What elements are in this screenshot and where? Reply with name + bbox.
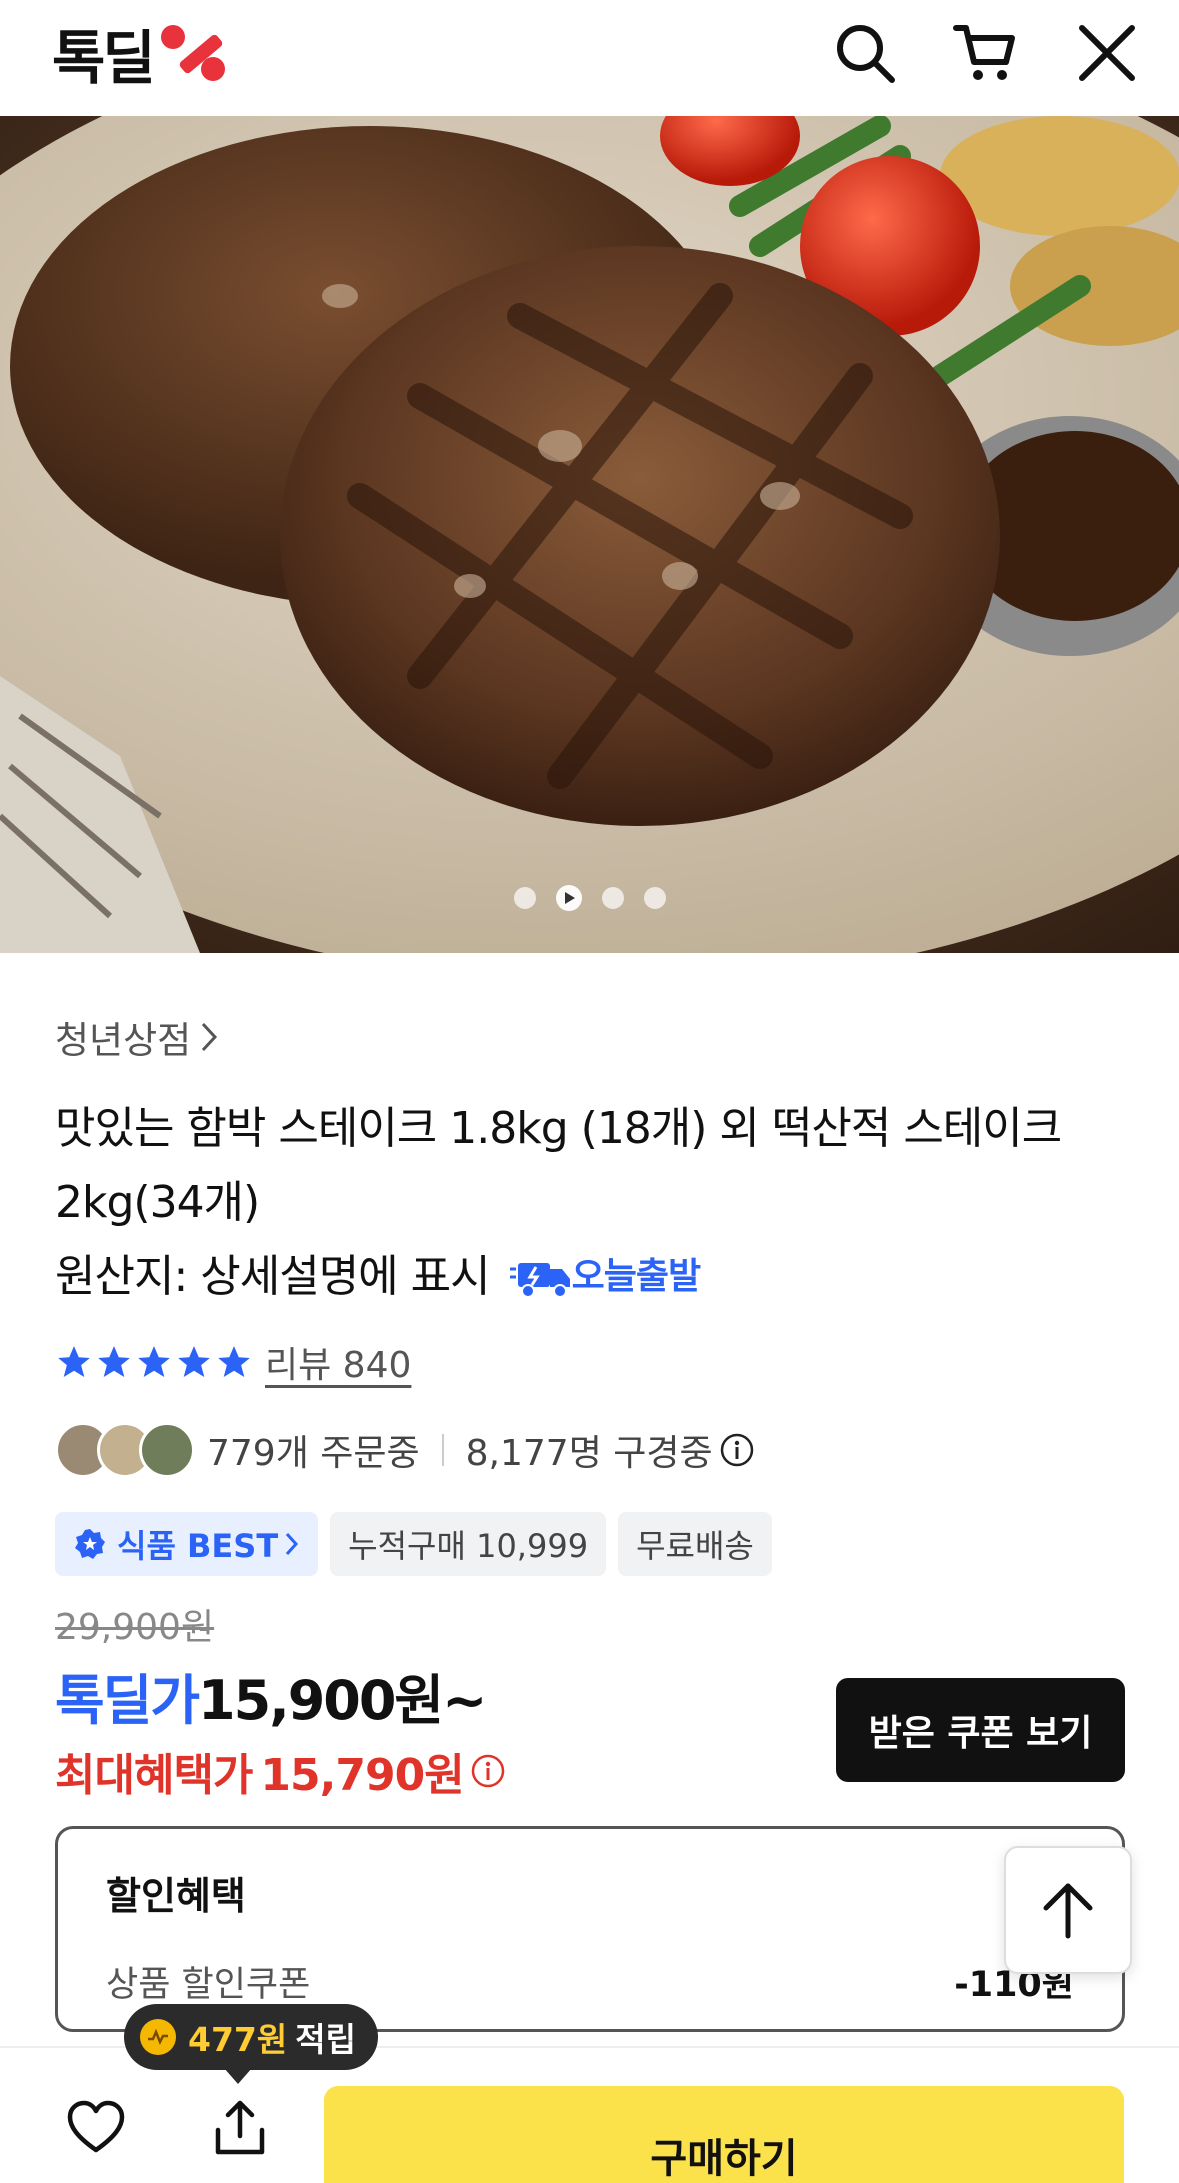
tag-label: 식품 BEST	[117, 1527, 279, 1565]
divider	[441, 1434, 444, 1466]
discount-row-label: 상품 할인쿠폰	[106, 1965, 311, 2005]
carousel-dot[interactable]	[643, 887, 666, 909]
discount-benefits-card: 할인혜택 상품 할인쿠폰 -110원	[55, 1826, 1125, 2032]
percent-logo-icon	[160, 25, 225, 81]
view-coupons-button[interactable]: 받은 쿠폰 보기	[836, 1678, 1125, 1782]
carousel-dot[interactable]	[513, 887, 536, 909]
scroll-to-top-button[interactable]	[1004, 1846, 1132, 1974]
play-icon	[564, 892, 575, 904]
tooltip-arrow	[224, 2068, 252, 2084]
points-suffix: 적립	[295, 2020, 356, 2059]
buy-button[interactable]: 구매하기	[324, 2086, 1124, 2183]
product-info: 청년상점 맛있는 함박 스테이크 1.8kg (18개) 외 떡산적 스테이크 …	[55, 1010, 1135, 1576]
logo-text: 톡딜	[52, 24, 156, 92]
original-price: 29,900원	[55, 1607, 215, 1648]
shipping-badge: 오늘출발	[509, 1240, 701, 1314]
rating-row[interactable]: 리뷰 840	[55, 1336, 1135, 1388]
shipping-badge-label: 오늘출발	[571, 1256, 701, 1297]
tag-food-best[interactable]: 식품 BEST	[55, 1512, 319, 1576]
arrow-up-icon	[1043, 1883, 1093, 1939]
chevron-right-icon	[286, 1532, 299, 1556]
product-photo	[0, 116, 1179, 953]
price-section: 29,900원 톡딜가 15,900원~ 최대혜택가 15,790원 받은 쿠폰…	[55, 1598, 1125, 1803]
avatar	[139, 1422, 195, 1478]
social-proof-row: 779개 주문중 8,177명 구경중	[55, 1422, 1135, 1478]
info-icon[interactable]	[719, 1432, 755, 1468]
origin-text: 원산지: 상세설명에 표시	[55, 1251, 491, 1302]
review-count-link[interactable]: 리뷰 840	[265, 1336, 411, 1388]
product-title-line: 2kg(34개)	[55, 1177, 260, 1228]
discount-row: 상품 할인쿠폰 -110원	[106, 1956, 1074, 2007]
max-benefit-label: 최대혜택가	[55, 1750, 253, 1801]
info-icon[interactable]	[470, 1753, 506, 1789]
carousel-dots[interactable]	[0, 885, 1179, 911]
origin-row: 원산지: 상세설명에 표시 오늘출발	[55, 1240, 1135, 1314]
chevron-right-icon	[202, 1022, 218, 1052]
product-tags: 식품 BEST 누적구매 10,999 무료배송	[55, 1512, 1135, 1576]
star-icon	[58, 1346, 90, 1378]
ordering-count: 779개 주문중	[207, 1433, 420, 1474]
best-badge-icon	[75, 1529, 105, 1559]
talkdeal-logo[interactable]: 톡딜	[52, 18, 229, 92]
deal-price-label: 톡딜가	[55, 1669, 200, 1732]
max-benefit-price: 15,790원	[260, 1750, 464, 1801]
seller-link[interactable]: 청년상점	[55, 1010, 1135, 1064]
star-icon	[178, 1346, 210, 1378]
cart-icon[interactable]	[952, 20, 1018, 86]
deal-price: 15,900원~	[198, 1669, 487, 1732]
tag-cumulative-purchases: 누적구매 10,999	[330, 1512, 607, 1576]
points-amount: 477원	[188, 2020, 288, 2059]
carousel-dot[interactable]	[601, 887, 624, 909]
star-icon	[98, 1346, 130, 1378]
star-icon	[218, 1346, 250, 1378]
product-title: 맛있는 함박 스테이크 1.8kg (18개) 외 떡산적 스테이크 2kg(3…	[55, 1092, 1135, 1240]
buyer-avatars	[55, 1422, 195, 1478]
delivery-truck-icon	[509, 1263, 570, 1298]
product-title-line: 맛있는 함박 스테이크 1.8kg (18개) 외 떡산적 스테이크	[55, 1103, 1062, 1154]
tag-free-shipping: 무료배송	[618, 1512, 772, 1576]
star-icon	[138, 1346, 170, 1378]
tag-label: 무료배송	[636, 1527, 754, 1565]
discount-title: 할인혜택	[106, 1874, 246, 1918]
product-image-carousel[interactable]	[0, 116, 1179, 953]
points-tooltip: 477원 적립	[124, 2004, 378, 2084]
close-icon[interactable]	[1074, 20, 1140, 86]
app-header: 톡딜	[0, 0, 1179, 116]
search-icon[interactable]	[832, 20, 898, 86]
carousel-video-dot[interactable]	[555, 885, 582, 911]
share-icon[interactable]	[210, 2098, 270, 2158]
viewing-count: 8,177명 구경중	[465, 1433, 713, 1474]
heart-icon[interactable]	[66, 2098, 126, 2158]
coin-icon	[140, 2019, 176, 2055]
seller-name: 청년상점	[55, 1019, 192, 1062]
tag-label: 누적구매 10,999	[348, 1527, 589, 1565]
